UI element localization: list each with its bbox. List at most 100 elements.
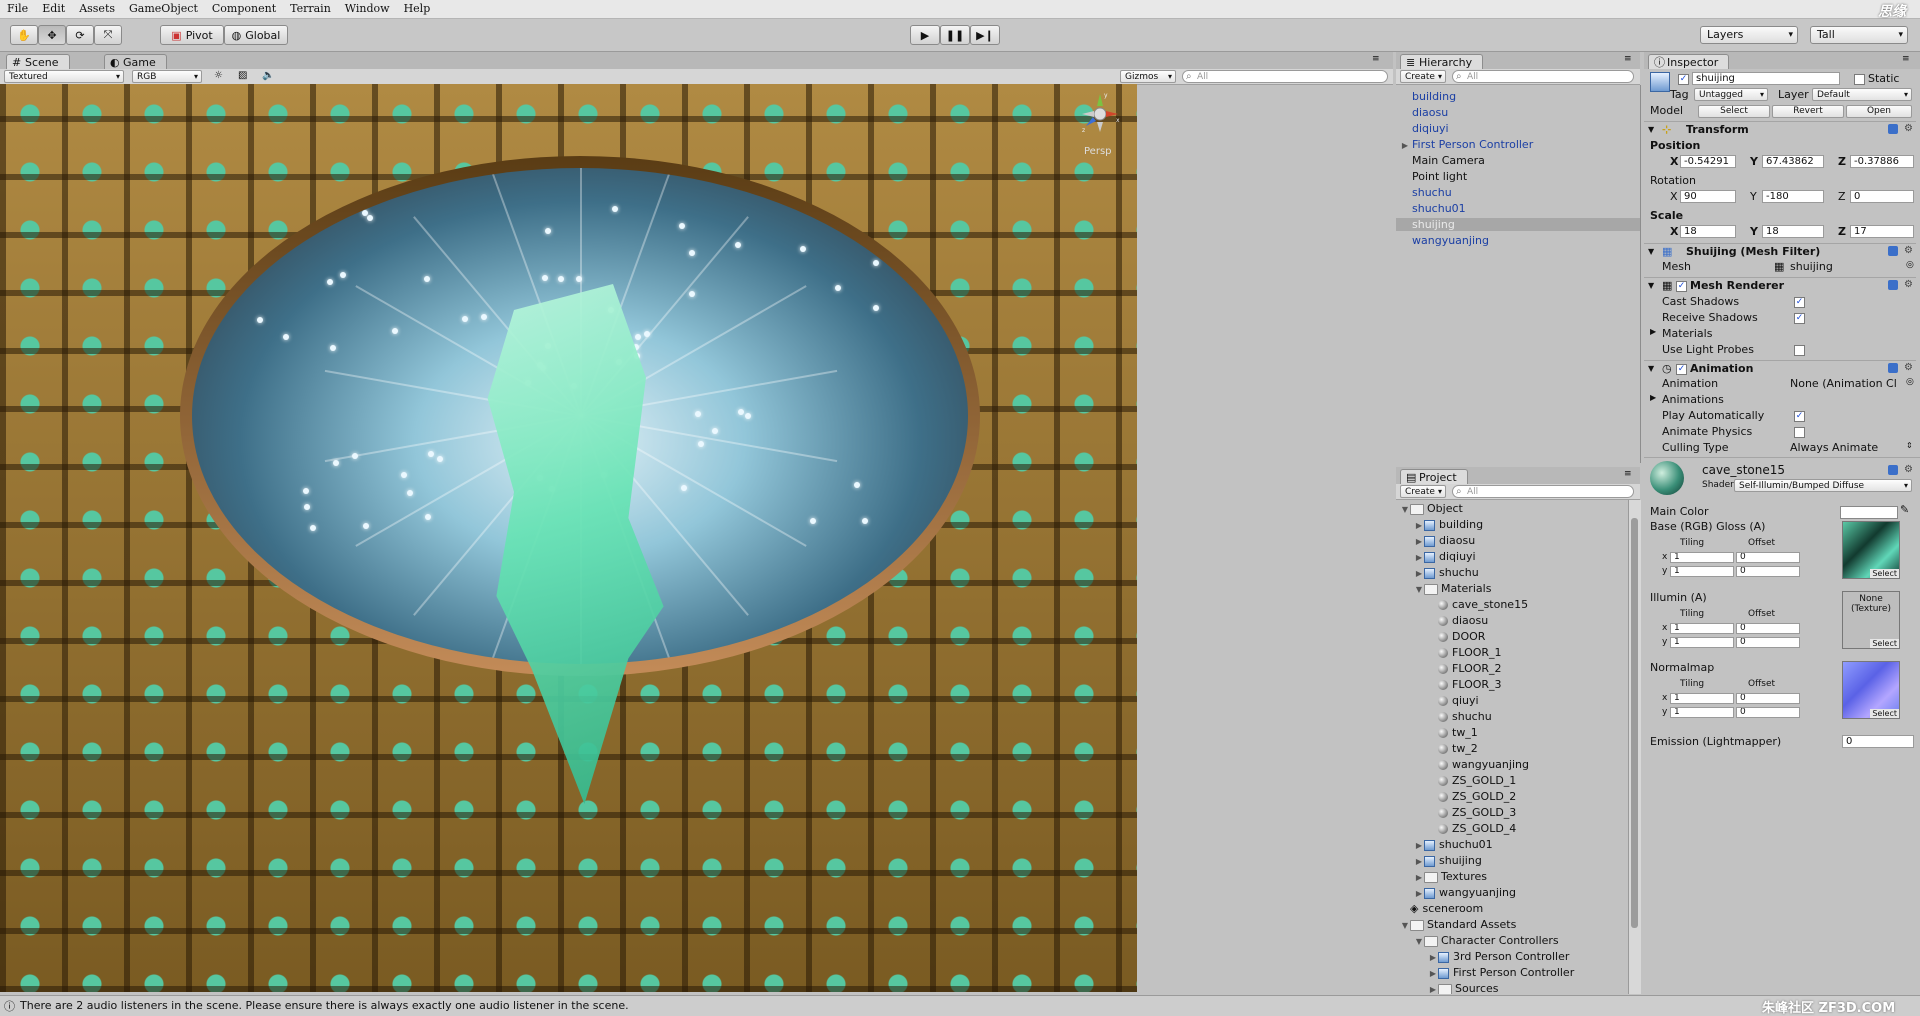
pivot-toggle[interactable]: ▣ Pivot: [160, 25, 224, 45]
scale-z-field[interactable]: 17: [1850, 225, 1914, 238]
project-item[interactable]: ▶ building: [1396, 518, 1628, 531]
project-item[interactable]: ▶ shuijing: [1396, 854, 1628, 867]
project-item[interactable]: ▶ shuchu: [1396, 566, 1628, 579]
project-item[interactable]: diaosu: [1396, 614, 1628, 627]
project-item[interactable]: ▶ wangyuanjing: [1396, 886, 1628, 899]
base-tiling-x-field[interactable]: 1: [1670, 552, 1734, 563]
scale-tool-button[interactable]: ⤧: [94, 25, 122, 45]
project-item[interactable]: tw_2: [1396, 742, 1628, 755]
global-toggle[interactable]: ◍ Global: [224, 25, 288, 45]
animation-foldout-icon[interactable]: ▼: [1648, 361, 1654, 376]
rotation-z-field[interactable]: 0: [1850, 190, 1914, 203]
menu-assets[interactable]: Assets: [72, 0, 122, 18]
material-gear-icon[interactable]: ⚙: [1904, 465, 1913, 475]
base-tiling-y-field[interactable]: 1: [1670, 566, 1734, 577]
model-open-button[interactable]: Open: [1846, 105, 1912, 118]
mesh-filter-gear-icon[interactable]: ⚙: [1904, 246, 1913, 256]
layers-dropdown[interactable]: Layers: [1700, 26, 1798, 44]
rotate-tool-button[interactable]: ⟳: [66, 25, 94, 45]
transform-foldout-icon[interactable]: ▼: [1648, 122, 1654, 137]
normal-tiling-y-field[interactable]: 1: [1670, 707, 1734, 718]
gizmos-dropdown[interactable]: Gizmos: [1120, 70, 1176, 83]
mesh-renderer-enabled-checkbox[interactable]: ✓: [1676, 281, 1687, 292]
use-light-probes-checkbox[interactable]: [1794, 345, 1805, 356]
illumin-texture-slot[interactable]: None (Texture) Select: [1842, 591, 1900, 649]
gizmo-neg-y-cone[interactable]: [1097, 122, 1103, 132]
tab-scene[interactable]: # Scene: [6, 54, 70, 70]
hierarchy-item[interactable]: shuchu01: [1396, 202, 1640, 215]
material-help-icon[interactable]: [1888, 465, 1898, 475]
foldout-arrow-icon[interactable]: ▶: [1428, 951, 1438, 964]
normalmap-texture-slot[interactable]: Select: [1842, 661, 1900, 719]
play-automatically-checkbox[interactable]: ✓: [1794, 411, 1805, 422]
foldout-arrow-icon[interactable]: ▶: [1414, 551, 1424, 564]
hierarchy-item[interactable]: Main Camera: [1396, 154, 1640, 167]
mesh-filter-header[interactable]: ▼ ▦ Shuijing (Mesh Filter) ⚙: [1644, 243, 1916, 259]
pause-button[interactable]: ❚❚: [940, 25, 970, 45]
transform-header[interactable]: ▼ ⊹ Transform ⚙: [1644, 121, 1916, 137]
project-item[interactable]: ZS_GOLD_2: [1396, 790, 1628, 803]
panel-menu-icon[interactable]: ≡: [1372, 54, 1380, 64]
menu-file[interactable]: File: [0, 0, 35, 18]
foldout-arrow-icon[interactable]: ▶: [1428, 983, 1438, 994]
play-button[interactable]: ▶: [910, 25, 940, 45]
rotation-y-field[interactable]: -180: [1762, 190, 1824, 203]
menu-edit[interactable]: Edit: [35, 0, 72, 18]
animations-foldout-icon[interactable]: ▶: [1650, 393, 1656, 402]
hierarchy-item[interactable]: building: [1396, 90, 1640, 103]
illumin-offset-x-field[interactable]: 0: [1736, 623, 1800, 634]
foldout-arrow-icon[interactable]: ▶: [1414, 871, 1424, 884]
menu-gameobject[interactable]: GameObject: [122, 0, 205, 18]
main-color-swatch[interactable]: [1840, 506, 1898, 519]
project-item[interactable]: ▶ 3rd Person Controller: [1396, 950, 1628, 963]
animation-picker-icon[interactable]: ◎: [1906, 377, 1914, 387]
foldout-arrow-icon[interactable]: ▼: [1400, 503, 1410, 516]
project-item[interactable]: ▼ Materials: [1396, 582, 1628, 595]
mesh-value[interactable]: shuijing: [1790, 260, 1833, 273]
animation-header[interactable]: ▼ ◷ ✓ Animation ⚙: [1644, 360, 1916, 376]
illumin-tiling-y-field[interactable]: 1: [1670, 637, 1734, 648]
mesh-renderer-help-icon[interactable]: [1888, 280, 1898, 290]
active-checkbox[interactable]: ✓: [1678, 74, 1689, 85]
layer-dropdown[interactable]: Default: [1812, 88, 1912, 101]
culling-type-dropdown[interactable]: Always Animate: [1790, 441, 1878, 454]
status-message[interactable]: There are 2 audio listeners in the scene…: [20, 999, 629, 1012]
project-item[interactable]: ▶ First Person Controller: [1396, 966, 1628, 979]
project-item[interactable]: ▶ shuchu01: [1396, 838, 1628, 851]
hierarchy-item[interactable]: diqiuyi: [1396, 122, 1640, 135]
project-item[interactable]: FLOOR_2: [1396, 662, 1628, 675]
project-item[interactable]: wangyuanjing: [1396, 758, 1628, 771]
menu-terrain[interactable]: Terrain: [283, 0, 338, 18]
project-item[interactable]: ◈ sceneroom: [1396, 902, 1628, 915]
project-item[interactable]: ▼ Object: [1396, 502, 1628, 515]
mesh-filter-foldout-icon[interactable]: ▼: [1648, 244, 1654, 259]
project-item[interactable]: ▶ Sources: [1396, 982, 1628, 994]
hierarchy-search-input[interactable]: All: [1452, 70, 1634, 83]
transform-gear-icon[interactable]: ⚙: [1904, 124, 1913, 134]
project-item[interactable]: qiuyi: [1396, 694, 1628, 707]
scene-viewport[interactable]: y x z Persp: [0, 84, 1137, 992]
mesh-renderer-header[interactable]: ▼ ▦ ✓ Mesh Renderer ⚙: [1644, 277, 1916, 293]
hierarchy-item[interactable]: shuchu: [1396, 186, 1640, 199]
foldout-arrow-icon[interactable]: ▶: [1414, 519, 1424, 532]
layout-dropdown[interactable]: Tall: [1810, 26, 1908, 44]
eyedropper-icon[interactable]: ✎: [1900, 503, 1909, 516]
mesh-renderer-foldout-icon[interactable]: ▼: [1648, 278, 1654, 293]
illumin-offset-y-field[interactable]: 0: [1736, 637, 1800, 648]
gizmo-neg-x-cone[interactable]: [1082, 111, 1094, 117]
base-offset-y-field[interactable]: 0: [1736, 566, 1800, 577]
inspector-menu-icon[interactable]: ≡: [1902, 54, 1910, 64]
project-item[interactable]: shuchu: [1396, 710, 1628, 723]
animate-physics-checkbox[interactable]: [1794, 427, 1805, 438]
hierarchy-menu-icon[interactable]: ≡: [1624, 54, 1632, 64]
project-item[interactable]: ▼ Character Controllers: [1396, 934, 1628, 947]
audio-toggle-icon[interactable]: 🔈: [262, 70, 274, 81]
animation-help-icon[interactable]: [1888, 363, 1898, 373]
project-item[interactable]: ZS_GOLD_3: [1396, 806, 1628, 819]
hierarchy-item[interactable]: diaosu: [1396, 106, 1640, 119]
tag-dropdown[interactable]: Untagged: [1694, 88, 1768, 101]
foldout-arrow-icon[interactable]: ▶: [1414, 535, 1424, 548]
project-item[interactable]: cave_stone15: [1396, 598, 1628, 611]
mesh-filter-help-icon[interactable]: [1888, 246, 1898, 256]
model-revert-button[interactable]: Revert: [1772, 105, 1844, 118]
